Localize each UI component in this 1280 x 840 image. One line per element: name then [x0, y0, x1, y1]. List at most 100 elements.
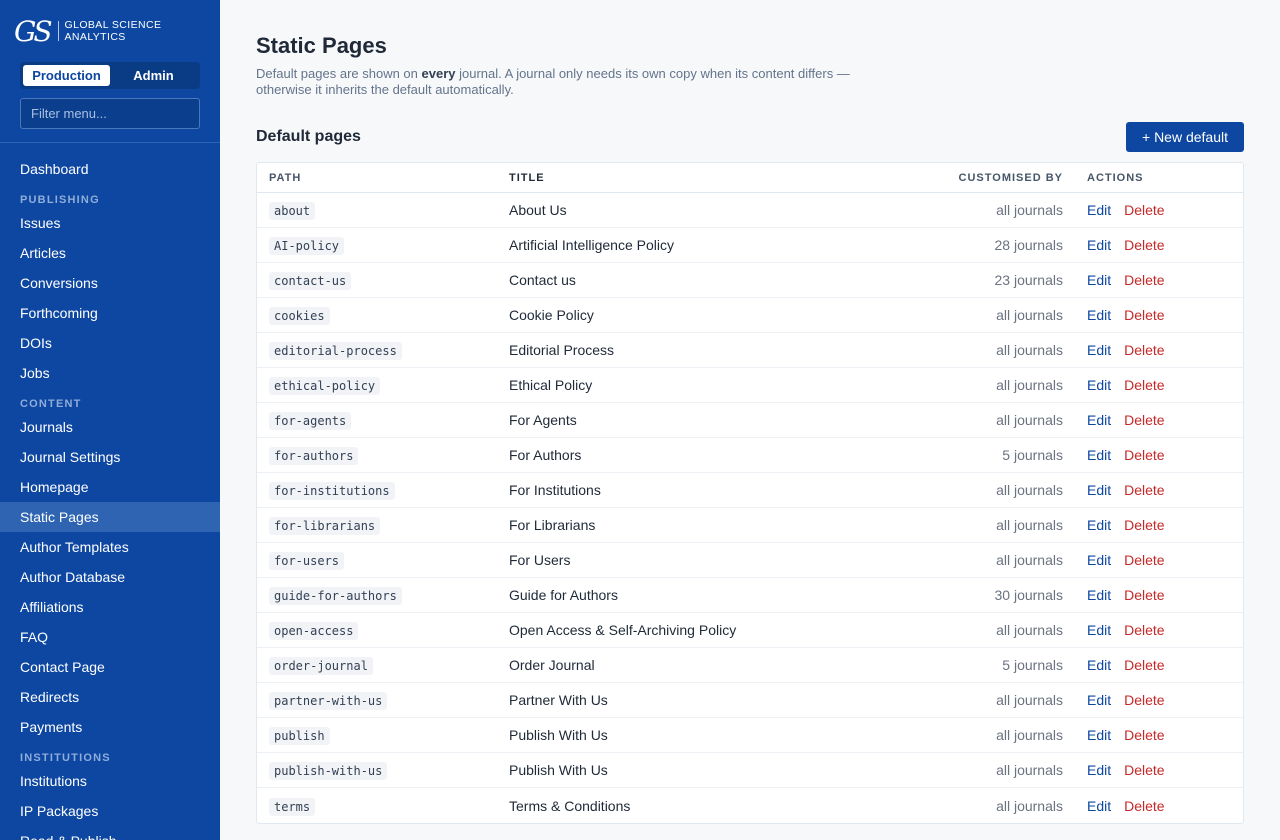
customised-by-cell: all journals	[996, 202, 1063, 218]
delete-link[interactable]: Delete	[1124, 412, 1164, 428]
edit-link[interactable]: Edit	[1087, 482, 1111, 498]
delete-link[interactable]: Delete	[1124, 657, 1164, 673]
sidebar-item-read-publish[interactable]: Read & Publish	[0, 826, 220, 840]
title-cell: Partner With Us	[509, 692, 608, 708]
customised-by-cell: all journals	[996, 622, 1063, 638]
delete-link[interactable]: Delete	[1124, 622, 1164, 638]
delete-link[interactable]: Delete	[1124, 202, 1164, 218]
header-path[interactable]: PATH	[257, 172, 497, 184]
customised-by-cell: all journals	[996, 377, 1063, 393]
sidebar-item-affiliations[interactable]: Affiliations	[0, 592, 220, 622]
title-cell: For Institutions	[509, 482, 601, 498]
sidebar-item-ip-packages[interactable]: IP Packages	[0, 796, 220, 826]
table-row: for-librarians For Librarians all journa…	[257, 508, 1243, 543]
edit-link[interactable]: Edit	[1087, 342, 1111, 358]
header-title[interactable]: TITLE	[497, 172, 837, 184]
sidebar-item-jobs[interactable]: Jobs	[0, 358, 220, 388]
edit-link[interactable]: Edit	[1087, 762, 1111, 778]
delete-link[interactable]: Delete	[1124, 237, 1164, 253]
sidebar-item-contact-page[interactable]: Contact Page	[0, 652, 220, 682]
delete-link[interactable]: Delete	[1124, 798, 1164, 814]
sidebar-item-author-templates[interactable]: Author Templates	[0, 532, 220, 562]
nav-section-content: CONTENT	[20, 398, 82, 410]
edit-link[interactable]: Edit	[1087, 692, 1111, 708]
path-code: for-institutions	[269, 482, 395, 500]
table-body: about About Us all journals Edit Delete …	[257, 193, 1243, 823]
sidebar-item-articles[interactable]: Articles	[0, 238, 220, 268]
actions-cell: Edit Delete	[1075, 307, 1165, 323]
title-cell: Publish With Us	[509, 727, 608, 743]
sidebar-item-dois[interactable]: DOIs	[0, 328, 220, 358]
edit-link[interactable]: Edit	[1087, 552, 1111, 568]
delete-link[interactable]: Delete	[1124, 727, 1164, 743]
path-code: open-access	[269, 622, 359, 640]
sidebar-item-journals[interactable]: Journals	[0, 412, 220, 442]
table-row: about About Us all journals Edit Delete	[257, 193, 1243, 228]
edit-link[interactable]: Edit	[1087, 272, 1111, 288]
delete-link[interactable]: Delete	[1124, 692, 1164, 708]
actions-cell: Edit Delete	[1075, 377, 1165, 393]
sidebar-item-redirects[interactable]: Redirects	[0, 682, 220, 712]
sidebar-item-static-pages[interactable]: Static Pages	[0, 502, 220, 532]
sidebar-item-payments[interactable]: Payments	[0, 712, 220, 742]
edit-link[interactable]: Edit	[1087, 622, 1111, 638]
delete-link[interactable]: Delete	[1124, 762, 1164, 778]
path-code: partner-with-us	[269, 692, 388, 710]
actions-cell: Edit Delete	[1075, 798, 1165, 814]
title-cell: For Agents	[509, 412, 577, 428]
actions-cell: Edit Delete	[1075, 552, 1165, 568]
delete-link[interactable]: Delete	[1124, 552, 1164, 568]
table-row: for-users For Users all journals Edit De…	[257, 543, 1243, 578]
filter-menu-input[interactable]	[20, 98, 200, 129]
title-cell: Order Journal	[509, 657, 595, 673]
sidebar-item-dashboard[interactable]: Dashboard	[0, 154, 220, 184]
admin-button[interactable]: Admin	[110, 65, 197, 86]
delete-link[interactable]: Delete	[1124, 447, 1164, 463]
sidebar-item-homepage[interactable]: Homepage	[0, 472, 220, 502]
delete-link[interactable]: Delete	[1124, 377, 1164, 393]
brand-logo[interactable]: GS GLOBAL SCIENCE ANALYTICS	[0, 0, 220, 62]
table-row: publish Publish With Us all journals Edi…	[257, 718, 1243, 753]
edit-link[interactable]: Edit	[1087, 412, 1111, 428]
edit-link[interactable]: Edit	[1087, 447, 1111, 463]
edit-link[interactable]: Edit	[1087, 517, 1111, 533]
edit-link[interactable]: Edit	[1087, 798, 1111, 814]
path-cell: for-agents	[257, 412, 497, 430]
delete-link[interactable]: Delete	[1124, 587, 1164, 603]
table-row: for-institutions For Institutions all jo…	[257, 473, 1243, 508]
sidebar-item-forthcoming[interactable]: Forthcoming	[0, 298, 220, 328]
sidebar: GS GLOBAL SCIENCE ANALYTICS Production A…	[0, 0, 220, 840]
nav-section-publishing: PUBLISHING	[20, 194, 100, 206]
sidebar-item-institutions[interactable]: Institutions	[0, 766, 220, 796]
brand-mark: GS	[14, 14, 53, 48]
delete-link[interactable]: Delete	[1124, 342, 1164, 358]
delete-link[interactable]: Delete	[1124, 272, 1164, 288]
sidebar-item-journal-settings[interactable]: Journal Settings	[0, 442, 220, 472]
title-cell: Artificial Intelligence Policy	[509, 237, 674, 253]
header-customised-by[interactable]: CUSTOMISED BY	[837, 172, 1075, 184]
sidebar-item-faq[interactable]: FAQ	[0, 622, 220, 652]
edit-link[interactable]: Edit	[1087, 657, 1111, 673]
sidebar-item-author-database[interactable]: Author Database	[0, 562, 220, 592]
edit-link[interactable]: Edit	[1087, 202, 1111, 218]
edit-link[interactable]: Edit	[1087, 307, 1111, 323]
environment-toggle: Production Admin	[20, 62, 200, 89]
edit-link[interactable]: Edit	[1087, 237, 1111, 253]
customised-by-cell: all journals	[996, 307, 1063, 323]
title-cell: Contact us	[509, 272, 576, 288]
delete-link[interactable]: Delete	[1124, 482, 1164, 498]
edit-link[interactable]: Edit	[1087, 587, 1111, 603]
sidebar-item-conversions[interactable]: Conversions	[0, 268, 220, 298]
sidebar-item-issues[interactable]: Issues	[0, 208, 220, 238]
new-default-button[interactable]: + New default	[1126, 122, 1244, 152]
production-button[interactable]: Production	[23, 65, 110, 86]
path-code: editorial-process	[269, 342, 402, 360]
title-cell: Editorial Process	[509, 342, 615, 358]
delete-link[interactable]: Delete	[1124, 307, 1164, 323]
title-cell: Publish With Us	[509, 762, 608, 778]
customised-by-cell: 23 journals	[994, 272, 1064, 288]
customised-by-cell: all journals	[996, 762, 1063, 778]
delete-link[interactable]: Delete	[1124, 517, 1164, 533]
edit-link[interactable]: Edit	[1087, 377, 1111, 393]
edit-link[interactable]: Edit	[1087, 727, 1111, 743]
